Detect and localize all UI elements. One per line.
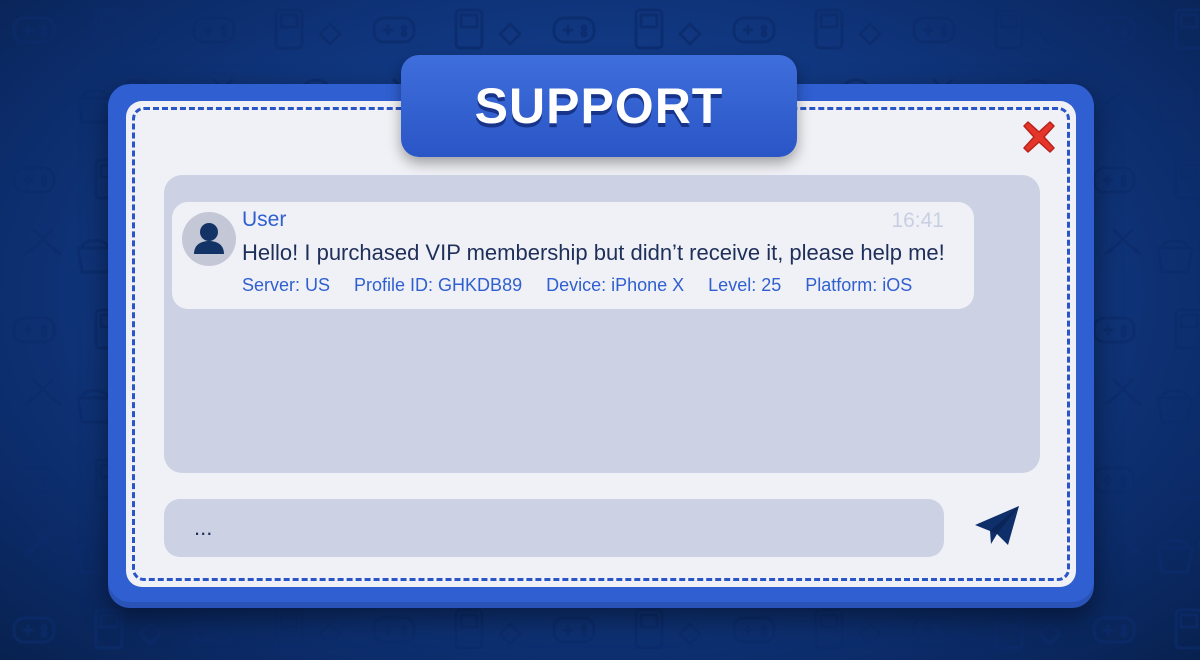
message-username: User (242, 208, 287, 231)
meta-server: Server: US (242, 275, 331, 295)
meta-device: Device: iPhone X (546, 275, 685, 295)
meta-profile-id: Profile ID: GHKDB89 (354, 275, 523, 295)
paper-plane-send-icon (975, 506, 1019, 545)
avatar (182, 212, 236, 266)
meta-platform: Platform: iOS (805, 275, 913, 295)
chat-history: User 16:41 Hello! I purchased VIP member… (164, 175, 1040, 473)
window-title: SUPPORT (474, 78, 724, 134)
message-text: Hello! I purchased VIP membership but di… (242, 240, 945, 265)
title-banner: SUPPORT (401, 55, 797, 157)
message-input[interactable] (164, 499, 944, 557)
user-silhouette-icon (194, 223, 224, 254)
close-x-icon (1023, 121, 1055, 153)
chat-message: User 16:41 Hello! I purchased VIP member… (172, 202, 974, 309)
message-input-container (164, 499, 944, 557)
meta-level: Level: 25 (708, 275, 782, 295)
message-timestamp: 16:41 (891, 209, 944, 232)
message-metadata: Server: US Profile ID: GHKDB89 Device: i… (242, 275, 912, 296)
close-button[interactable] (1022, 120, 1056, 154)
send-button[interactable] (972, 503, 1024, 549)
